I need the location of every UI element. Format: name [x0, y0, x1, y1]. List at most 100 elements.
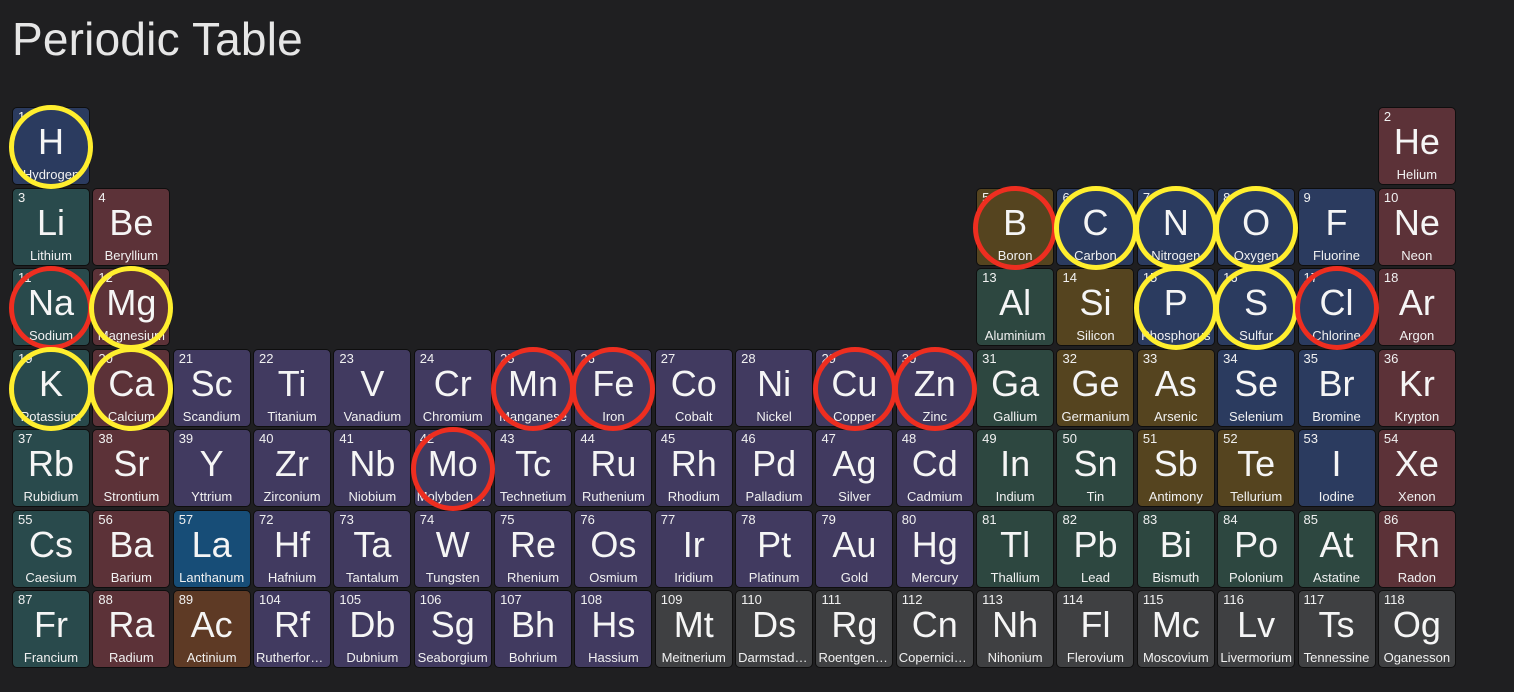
element-name: Iodine	[1318, 489, 1355, 504]
element-hydrogen[interactable]: 1 H Hydrogen	[12, 107, 90, 185]
element-tantalum[interactable]: 73 Ta Tantalum	[333, 509, 412, 588]
element-hafnium[interactable]: 72 Hf Hafnium	[253, 509, 332, 588]
element-manganese[interactable]: 25 Mn Manganese	[494, 348, 573, 427]
element-nihonium[interactable]: 113 Nh Nihonium	[976, 590, 1055, 668]
element-magnesium[interactable]: 12 Mg Magnesium	[92, 268, 171, 346]
element-oganesson[interactable]: 118 Og Oganesson	[1377, 590, 1456, 668]
element-caesium[interactable]: 55 Cs Caesium	[12, 509, 90, 588]
element-radium[interactable]: 88 Ra Radium	[92, 590, 171, 668]
element-tungsten[interactable]: 74 W Tungsten	[413, 509, 492, 588]
element-titanium[interactable]: 22 Ti Titanium	[253, 348, 332, 427]
element-rhenium[interactable]: 75 Re Rhenium	[494, 509, 573, 588]
element-cadmium[interactable]: 48 Cd Cadmium	[895, 429, 974, 507]
element-gallium[interactable]: 31 Ga Gallium	[976, 348, 1055, 427]
element-livermorium[interactable]: 116 Lv Livermorium	[1217, 590, 1296, 668]
element-antimony[interactable]: 51 Sb Antimony	[1136, 429, 1215, 507]
element-flerovium[interactable]: 114 Fl Flerovium	[1056, 590, 1135, 668]
element-name: Zirconium	[263, 489, 321, 504]
element-francium[interactable]: 87 Fr Francium	[12, 590, 90, 668]
element-cobalt[interactable]: 27 Co Cobalt	[654, 348, 733, 427]
element-roentgenium[interactable]: 111 Rg Roentgenium	[815, 590, 894, 668]
element-moscovium[interactable]: 115 Mc Moscovium	[1136, 590, 1215, 668]
element-rhodium[interactable]: 45 Rh Rhodium	[654, 429, 733, 507]
element-hassium[interactable]: 108 Hs Hassium	[574, 590, 653, 668]
element-niobium[interactable]: 41 Nb Niobium	[333, 429, 412, 507]
element-radon[interactable]: 86 Rn Radon	[1377, 509, 1456, 588]
element-name: Molybdenum	[416, 489, 489, 504]
element-zirconium[interactable]: 40 Zr Zirconium	[253, 429, 332, 507]
element-yttrium[interactable]: 39 Y Yttrium	[172, 429, 251, 507]
element-symbol: Cr	[433, 362, 472, 404]
element-darmstadtium[interactable]: 110DsDarmstadtium	[735, 590, 814, 668]
element-gold[interactable]: 79 Au Gold	[815, 509, 894, 588]
element-tellurium[interactable]: 52 Te Tellurium	[1217, 429, 1296, 507]
element-molybdenum[interactable]: 42 Mo Molybdenum	[413, 429, 492, 507]
element-strontium[interactable]: 38 Sr Strontium	[92, 429, 171, 507]
element-aluminium[interactable]: 13 Al Aluminium	[976, 268, 1055, 346]
element-fluorine[interactable]: 9 F Fluorine	[1297, 187, 1376, 266]
element-name: Nihonium	[987, 650, 1043, 665]
element-name: Arsenic	[1154, 408, 1198, 424]
element-lithium[interactable]: 3 Li Lithium	[12, 187, 90, 266]
element-calcium[interactable]: 20 Ca Calcium	[92, 348, 171, 427]
element-carbon[interactable]: 6 C Carbon	[1056, 187, 1135, 266]
element-seaborgium[interactable]: 106 Sg Seaborgium	[413, 590, 492, 668]
element-indium[interactable]: 49 In Indium	[976, 429, 1055, 507]
element-iron[interactable]: 26 Fe Iron	[574, 348, 653, 427]
element-silver[interactable]: 47 Ag Silver	[815, 429, 894, 507]
element-scandium[interactable]: 21 Sc Scandium	[172, 348, 251, 427]
element-mercury[interactable]: 80 Hg Mercury	[895, 509, 974, 588]
element-technetium[interactable]: 43 Tc Technetium	[494, 429, 573, 507]
element-name: Aluminium	[984, 328, 1046, 343]
element-name: Tellurium	[1230, 489, 1283, 504]
element-name: Barium	[110, 569, 152, 585]
element-osmium[interactable]: 76 Os Osmium	[574, 509, 653, 588]
element-rubidium[interactable]: 37 Rb Rubidium	[12, 429, 90, 507]
element-chromium[interactable]: 24 Cr Chromium	[413, 348, 492, 427]
element-phosphorus[interactable]: 15 P Phosphorus	[1136, 268, 1215, 346]
element-nickel[interactable]: 28 Ni Nickel	[735, 348, 814, 427]
element-copernicium[interactable]: 112 Cn Copernicium	[895, 590, 974, 668]
element-bromine[interactable]: 35 Br Bromine	[1297, 348, 1376, 427]
element-iridium[interactable]: 77 Ir Iridium	[654, 509, 733, 588]
element-thallium[interactable]: 81 Tl Thallium	[976, 509, 1055, 588]
element-bohrium[interactable]: 107 Bh Bohrium	[494, 590, 573, 668]
element-barium[interactable]: 56 Ba Barium	[92, 509, 171, 588]
element-meitnerium[interactable]: 109 Mt Meitnerium	[654, 590, 733, 668]
element-vanadium[interactable]: 23 V Vanadium	[333, 348, 412, 427]
element-tin[interactable]: 50 Sn Tin	[1056, 429, 1135, 507]
element-chlorine[interactable]: 17 Cl Chlorine	[1297, 268, 1376, 346]
element-nitrogen[interactable]: 7 N Nitrogen	[1136, 187, 1215, 266]
element-silicon[interactable]: 14 Si Silicon	[1056, 268, 1135, 346]
element-palladium[interactable]: 46 Pd Palladium	[735, 429, 814, 507]
element-boron[interactable]: 5 B Boron	[976, 187, 1055, 266]
element-platinum[interactable]: 78 Pt Platinum	[735, 509, 814, 588]
element-selenium[interactable]: 34 Se Selenium	[1217, 348, 1296, 427]
element-potassium[interactable]: 19 K Potassium	[12, 348, 90, 427]
element-neon[interactable]: 10 Ne Neon	[1377, 187, 1456, 266]
element-lead[interactable]: 82 Pb Lead	[1056, 509, 1135, 588]
element-polonium[interactable]: 84 Po Polonium	[1217, 509, 1296, 588]
element-helium[interactable]: 2 He Helium	[1377, 107, 1456, 185]
element-copper[interactable]: 29 Cu Copper	[815, 348, 894, 427]
element-zinc[interactable]: 30 Zn Zinc	[895, 348, 974, 427]
element-dubnium[interactable]: 105 Db Dubnium	[333, 590, 412, 668]
element-astatine[interactable]: 85 At Astatine	[1297, 509, 1376, 588]
element-germanium[interactable]: 32 Ge Germanium	[1056, 348, 1135, 427]
element-name: Manganese	[499, 408, 568, 424]
element-iodine[interactable]: 53 I Iodine	[1297, 429, 1376, 507]
element-sulfur[interactable]: 16 S Sulfur	[1217, 268, 1296, 346]
element-beryllium[interactable]: 4 Be Beryllium	[92, 187, 171, 266]
element-bismuth[interactable]: 83 Bi Bismuth	[1136, 509, 1215, 588]
element-actinium[interactable]: 89 Ac Actinium	[172, 590, 251, 668]
element-krypton[interactable]: 36 Kr Krypton	[1377, 348, 1456, 427]
element-oxygen[interactable]: 8 O Oxygen	[1217, 187, 1296, 266]
element-arsenic[interactable]: 33 As Arsenic	[1136, 348, 1215, 427]
element-tennessine[interactable]: 117 Ts Tennessine	[1297, 590, 1376, 668]
element-lanthanum[interactable]: 57 La Lanthanum	[172, 509, 251, 588]
element-ruthenium[interactable]: 44 Ru Ruthenium	[574, 429, 653, 507]
element-argon[interactable]: 18 Ar Argon	[1377, 268, 1456, 346]
element-rutherfordium[interactable]: 104RfRutherfordium	[253, 590, 332, 668]
element-xenon[interactable]: 54 Xe Xenon	[1377, 429, 1456, 507]
element-sodium[interactable]: 11 Na Sodium	[12, 268, 90, 346]
